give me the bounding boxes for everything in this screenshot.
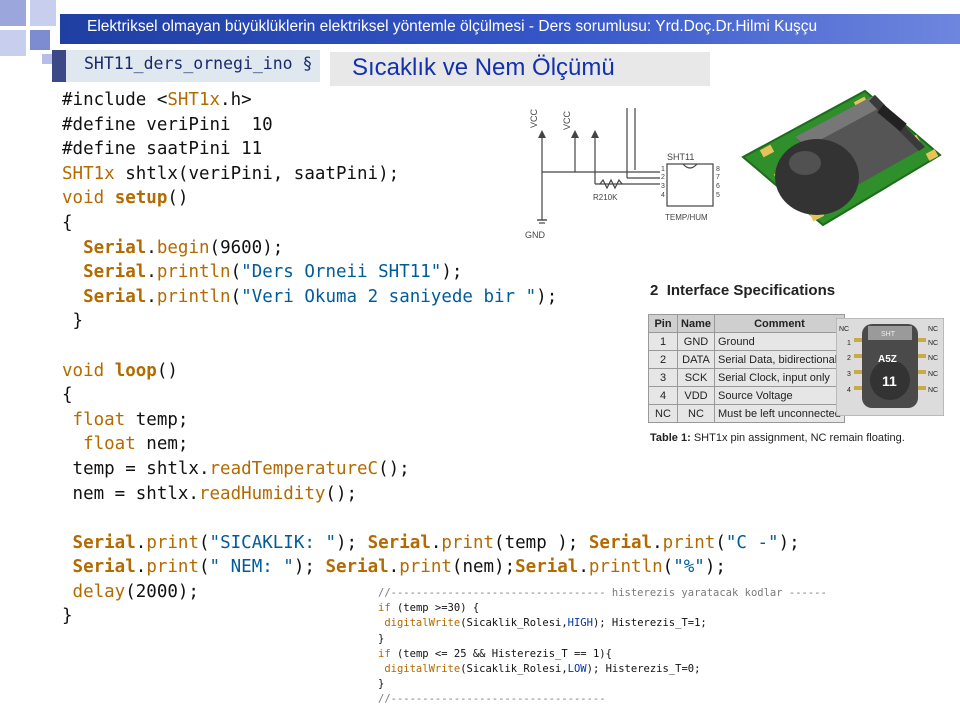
spec-section-number: 2 bbox=[650, 282, 659, 299]
code-line: if (temp >=30) { bbox=[378, 602, 480, 615]
code-line: nem = shtlx.readHumidity(); bbox=[62, 483, 358, 504]
table-row: 1 GND Ground bbox=[648, 332, 845, 351]
pin-label: NC bbox=[928, 326, 938, 333]
sketch-tab-label: SHT11_ders_ornegi_ino § bbox=[84, 54, 313, 73]
pin-label: NC bbox=[928, 371, 938, 378]
temp-hum-label: TEMP/HUM bbox=[665, 213, 708, 222]
column-header: Name bbox=[677, 314, 715, 333]
table-header-row: Pin Name Comment bbox=[648, 314, 845, 333]
code-line: temp = shtlx.readTemperatureC(); bbox=[62, 458, 410, 479]
pin-label: 4 bbox=[847, 387, 851, 394]
chip-label: SHT11 bbox=[667, 152, 694, 162]
pin-label: NC bbox=[928, 387, 938, 394]
pin-label: 7 bbox=[716, 174, 720, 181]
pin-label: 1 bbox=[847, 340, 851, 347]
vcc-label: VCC bbox=[529, 108, 539, 128]
pin-label: 4 bbox=[661, 192, 665, 199]
comment-line: //---------------------------------- bbox=[378, 693, 606, 706]
pin-label: NC bbox=[928, 355, 938, 362]
table-row: 3 SCK Serial Clock, input only bbox=[648, 368, 845, 387]
table-caption: Table 1: SHT1x pin assignment, NC remain… bbox=[650, 432, 905, 444]
pin-label: 2 bbox=[847, 355, 851, 362]
sht11-schematic: VCC VCC SHT11 R210K GND TEMP/HUM 1 2 3 4… bbox=[525, 108, 720, 240]
gnd-label: GND bbox=[525, 230, 546, 240]
code-line: if (temp <= 25 && Histerezis_T == 1){ bbox=[378, 647, 612, 660]
pin-label: 1 bbox=[661, 166, 665, 173]
package-number: 11 bbox=[882, 373, 897, 389]
code-line: Serial.print("SICAKLIK: "); Serial.print… bbox=[62, 532, 800, 553]
column-header: Pin bbox=[648, 314, 678, 333]
hysteresis-code: //---------------------------------- his… bbox=[378, 586, 827, 708]
spec-title: Interface Specifications bbox=[666, 282, 836, 299]
package-mark: SHT bbox=[881, 331, 896, 338]
header-title: Elektriksel olmayan büyüklüklerin elektr… bbox=[87, 18, 818, 35]
code-line: digitalWrite(Sicaklik_Rolesi,LOW); Histe… bbox=[384, 663, 701, 676]
comment-line: //---------------------------------- his… bbox=[378, 587, 827, 599]
code-line: } bbox=[378, 678, 385, 691]
column-header: Comment bbox=[714, 314, 845, 333]
pin-table: Pin Name Comment 1 GND Ground 2 DATA Serial … bbox=[648, 314, 845, 423]
resistor-label: R210K bbox=[593, 193, 618, 202]
table-row: 4 VDD Source Voltage bbox=[648, 386, 845, 405]
package-code: A5Z bbox=[878, 354, 897, 365]
pin-label: 3 bbox=[847, 371, 851, 378]
pin-label: 5 bbox=[716, 192, 720, 199]
pin-label: 6 bbox=[716, 183, 720, 190]
sht11-sensor-photo: SHT bbox=[741, 89, 942, 227]
package-pinout-diagram: NC 1 2 3 4 NC NC NC NC NC SHT A5Z 11 bbox=[836, 318, 944, 416]
slide-title: Sıcaklık ve Nem Ölçümü bbox=[352, 54, 615, 81]
table-row: 2 DATA Serial Data, bidirectional bbox=[648, 350, 845, 369]
spec-heading: 2 Interface Specifications bbox=[650, 282, 835, 299]
pin-label: 8 bbox=[716, 166, 720, 173]
pin-label: NC bbox=[928, 340, 938, 347]
pin-label: NC bbox=[839, 326, 849, 333]
code-line: } bbox=[378, 632, 385, 645]
table-row: NC NC Must be left unconnected bbox=[648, 404, 845, 423]
code-line: Serial.print(" NEM: "); Serial.print(nem… bbox=[62, 557, 726, 578]
code-line: digitalWrite(Sicaklik_Rolesi,HIGH); Hist… bbox=[384, 617, 707, 630]
pin-label: 3 bbox=[661, 183, 665, 190]
vcc-label: VCC bbox=[562, 110, 572, 130]
pin-label: 2 bbox=[661, 174, 665, 181]
slide-title-box: Sıcaklık ve Nem Ölçümü bbox=[330, 52, 710, 86]
